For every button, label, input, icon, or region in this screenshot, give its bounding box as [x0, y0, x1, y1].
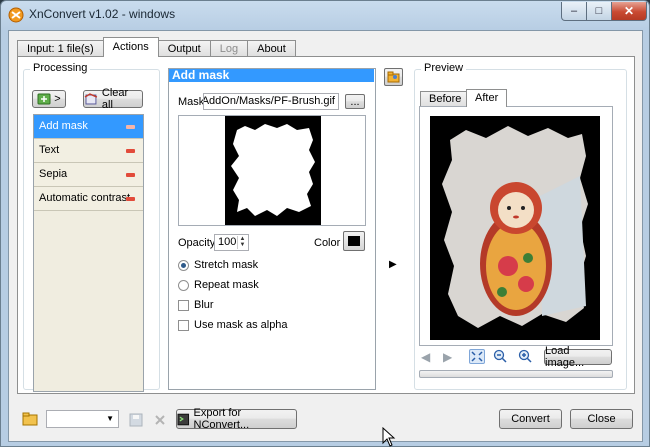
app-window: XnConvert v1.02 - windows – □ ✕ Input: 1… — [0, 0, 650, 447]
action-preset-button[interactable] — [384, 68, 403, 86]
mouse-cursor-icon — [382, 427, 396, 447]
preset-combobox[interactable]: ▼ — [46, 410, 119, 428]
opacity-stepper[interactable]: 100 ▲ ▼ — [214, 234, 249, 251]
tab-about[interactable]: About — [247, 40, 296, 57]
window-title: XnConvert v1.02 - windows — [29, 7, 176, 21]
main-client: Input: 1 file(s) Actions Output Log Abou… — [8, 30, 643, 442]
clear-all-button[interactable]: Clear all — [83, 87, 143, 111]
maximize-button[interactable]: □ — [586, 2, 612, 21]
actions-tab-panel: Processing > Clear all Add mask Text Sep… — [17, 56, 635, 394]
tab-log[interactable]: Log — [209, 40, 249, 57]
tab-input[interactable]: Input: 1 file(s) — [17, 40, 104, 57]
close-button[interactable]: Close — [570, 409, 633, 429]
preview-group-label: Preview — [421, 62, 467, 74]
action-panel-header: Add mask — [169, 69, 374, 82]
zoom-in-icon[interactable] — [518, 349, 533, 364]
remove-action-icon[interactable] — [126, 149, 135, 153]
fit-to-window-button[interactable] — [469, 349, 485, 364]
mask-browse-button[interactable]: ... — [345, 94, 365, 109]
remove-action-icon[interactable] — [126, 125, 135, 129]
next-image-arrow[interactable]: ▶ — [443, 350, 452, 364]
stretch-mask-label: Stretch mask — [194, 259, 259, 271]
tab-preview-before[interactable]: Before — [420, 91, 471, 107]
main-tabs: Input: 1 file(s) Actions Output Log Abou… — [17, 37, 296, 57]
color-swatch-button[interactable] — [343, 231, 365, 251]
list-item-automatic-contrast[interactable]: Automatic contrast — [34, 187, 143, 211]
opacity-value: 100 — [218, 236, 237, 248]
preset-folder-icon — [387, 71, 400, 83]
stepper-arrows-icon[interactable]: ▲ ▼ — [237, 236, 247, 249]
color-swatch — [348, 236, 360, 246]
add-action-button[interactable]: > — [32, 90, 66, 108]
close-window-button[interactable]: ✕ — [611, 2, 647, 21]
open-folder-icon[interactable] — [22, 411, 38, 427]
remove-action-icon[interactable] — [126, 173, 135, 177]
mask-path-field[interactable]: vert/AddOn/Masks/PF-Brush.gif — [203, 93, 339, 110]
blur-checkbox[interactable] — [178, 300, 189, 311]
list-item-label: Automatic contrast — [39, 192, 131, 204]
add-action-icon — [37, 93, 51, 105]
export-nconvert-label: Export for NConvert... — [193, 407, 250, 431]
load-image-button[interactable]: Load image... — [544, 345, 612, 369]
nconvert-script-icon — [177, 413, 190, 425]
title-bar[interactable]: XnConvert v1.02 - windows – □ ✕ — [1, 1, 649, 29]
chevron-down-icon[interactable]: ▼ — [106, 414, 114, 423]
mask-preview-frame — [178, 115, 366, 226]
action-settings-panel: Add mask Mask vert/AddOn/Masks/PF-Brush.… — [168, 68, 376, 390]
clear-all-icon — [84, 93, 98, 105]
mask-label: Mask — [178, 96, 205, 108]
apply-arrow-icon[interactable]: ▶ — [389, 259, 397, 270]
add-action-arrow: > — [54, 93, 61, 105]
tab-actions[interactable]: Actions — [102, 37, 159, 57]
repeat-mask-radio[interactable] — [178, 280, 189, 291]
export-nconvert-button[interactable]: Export for NConvert... — [176, 407, 297, 431]
repeat-mask-label: Repeat mask — [194, 279, 259, 291]
use-mask-as-alpha-label: Use mask as alpha — [194, 319, 288, 331]
list-item-add-mask[interactable]: Add mask — [34, 115, 143, 139]
minimize-button[interactable]: – — [561, 2, 587, 21]
stretch-mask-radio[interactable] — [178, 260, 189, 271]
action-list: Add mask Text Sepia Automatic contrast — [33, 114, 144, 392]
preview-scrollbar[interactable] — [419, 370, 613, 378]
list-item-label: Text — [39, 144, 60, 156]
preview-image — [430, 116, 600, 340]
list-item-label: Add mask — [39, 120, 88, 132]
opacity-label: Opacity — [178, 237, 216, 249]
list-item-text[interactable]: Text — [34, 139, 143, 163]
preview-frame — [419, 106, 613, 346]
convert-button[interactable]: Convert — [499, 409, 562, 429]
list-item-sepia[interactable]: Sepia — [34, 163, 143, 187]
prev-image-arrow[interactable]: ◀ — [421, 350, 430, 364]
xnconvert-logo-icon — [8, 7, 24, 23]
use-mask-as-alpha-checkbox[interactable] — [178, 320, 189, 331]
zoom-out-icon[interactable] — [493, 349, 508, 364]
list-item-label: Sepia — [39, 168, 68, 180]
fit-to-window-icon — [471, 351, 483, 362]
blur-label: Blur — [194, 299, 214, 311]
clear-all-label: Clear all — [101, 87, 129, 111]
tab-output[interactable]: Output — [157, 40, 211, 57]
remove-action-icon[interactable] — [126, 197, 135, 201]
tab-preview-after[interactable]: After — [466, 89, 508, 107]
color-label: Color — [314, 237, 341, 249]
delete-x-icon[interactable] — [152, 412, 168, 428]
save-disk-icon[interactable] — [128, 412, 144, 428]
mask-preview-image — [225, 116, 321, 225]
processing-group-label: Processing — [30, 62, 91, 74]
